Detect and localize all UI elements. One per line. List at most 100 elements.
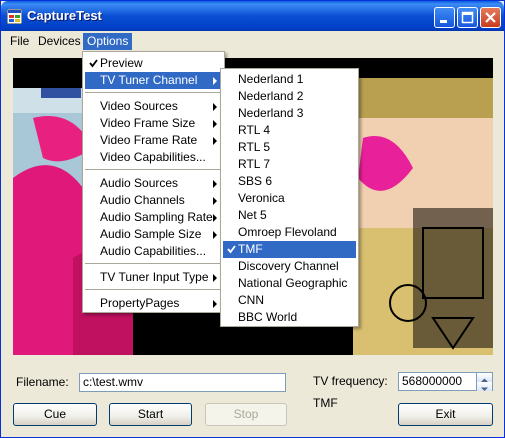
menu-item-label: Video Sources bbox=[100, 99, 178, 113]
channel-item-selected[interactable]: TMF bbox=[223, 241, 356, 258]
channel-label: National Geographic bbox=[238, 276, 348, 290]
menu-item-label: Audio Sampling Rate bbox=[100, 210, 213, 224]
submenu-arrow-icon bbox=[213, 103, 217, 111]
exit-button[interactable]: Exit bbox=[398, 403, 493, 426]
menu-item-label: Audio Sample Size bbox=[100, 227, 202, 241]
window-title: CaptureTest bbox=[27, 8, 102, 23]
menu-item-label: TV Tuner Channel bbox=[100, 73, 198, 87]
menu-item-label: Audio Capabilities... bbox=[100, 244, 207, 258]
tv-frequency-input[interactable]: 568000000 bbox=[398, 372, 493, 391]
menu-item-preview[interactable]: Preview bbox=[85, 55, 222, 72]
channel-label: Discovery Channel bbox=[238, 259, 339, 273]
channel-item[interactable]: Omroep Flevoland bbox=[223, 224, 356, 241]
submenu-arrow-icon bbox=[213, 120, 217, 128]
submenu-arrow-icon bbox=[213, 214, 217, 222]
channel-item[interactable]: Veronica bbox=[223, 190, 356, 207]
channel-item[interactable]: National Geographic bbox=[223, 275, 356, 292]
menu-item-label: Video Frame Size bbox=[100, 116, 196, 130]
submenu-arrow-icon bbox=[213, 137, 217, 145]
menu-item-audio-capabilities[interactable]: Audio Capabilities... bbox=[85, 243, 222, 260]
channel-item[interactable]: Nederland 2 bbox=[223, 88, 356, 105]
checkmark-icon bbox=[89, 59, 98, 68]
submenu-arrow-icon bbox=[213, 274, 217, 282]
submenu-arrow-icon bbox=[213, 300, 217, 308]
channel-label: SBS 6 bbox=[238, 174, 273, 188]
close-button[interactable] bbox=[480, 7, 501, 28]
channel-item[interactable]: RTL 4 bbox=[223, 122, 356, 139]
submenu-arrow-icon bbox=[213, 180, 217, 188]
menu-item-audio-sampling-rate[interactable]: Audio Sampling Rate bbox=[85, 209, 222, 226]
channel-item[interactable]: RTL 7 bbox=[223, 156, 356, 173]
menu-separator bbox=[85, 289, 222, 290]
channel-item[interactable]: Net 5 bbox=[223, 207, 356, 224]
filename-input[interactable]: c:\test.wmv bbox=[79, 373, 286, 392]
channel-label: Veronica bbox=[238, 191, 285, 205]
app-window-icon bbox=[7, 9, 22, 24]
menu-item-audio-channels[interactable]: Audio Channels bbox=[85, 192, 222, 209]
menu-bar: File Devices Options bbox=[1, 31, 504, 51]
menu-file[interactable]: File bbox=[6, 33, 33, 50]
menu-item-label: Video Capabilities... bbox=[100, 150, 206, 164]
channel-label: RTL 7 bbox=[238, 157, 271, 171]
minimize-button[interactable] bbox=[434, 7, 455, 28]
channel-label: CNN bbox=[238, 293, 264, 307]
channel-item[interactable]: RTL 5 bbox=[223, 139, 356, 156]
options-menu: Preview TV Tuner Channel Video Sources V… bbox=[82, 51, 225, 313]
menu-item-audio-sources[interactable]: Audio Sources bbox=[85, 175, 222, 192]
menu-item-video-frame-rate[interactable]: Video Frame Rate bbox=[85, 132, 222, 149]
menu-item-video-capabilities[interactable]: Video Capabilities... bbox=[85, 149, 222, 166]
menu-item-tv-tuner-input-type[interactable]: TV Tuner Input Type bbox=[85, 269, 222, 286]
channel-label: Omroep Flevoland bbox=[238, 225, 337, 239]
menu-item-label: Preview bbox=[100, 56, 143, 70]
submenu-arrow-icon bbox=[213, 77, 217, 85]
channel-label: Nederland 2 bbox=[238, 89, 304, 103]
menu-separator bbox=[85, 169, 222, 170]
channel-label: Nederland 3 bbox=[238, 106, 304, 120]
start-button[interactable]: Start bbox=[109, 403, 192, 426]
tv-frequency-label: TV frequency: bbox=[313, 374, 388, 388]
channel-label: Net 5 bbox=[238, 208, 267, 222]
close-icon bbox=[485, 12, 496, 23]
maximize-icon bbox=[461, 11, 474, 24]
stop-button[interactable]: Stop bbox=[205, 403, 287, 426]
menu-separator bbox=[85, 263, 222, 264]
arrow-down-icon bbox=[481, 387, 488, 391]
menu-item-label: Video Frame Rate bbox=[100, 133, 198, 147]
spinner-down-button[interactable] bbox=[477, 382, 492, 391]
menu-item-audio-sample-size[interactable]: Audio Sample Size bbox=[85, 226, 222, 243]
channel-item[interactable]: SBS 6 bbox=[223, 173, 356, 190]
menu-options[interactable]: Options bbox=[83, 33, 133, 50]
submenu-arrow-icon bbox=[213, 197, 217, 205]
checkmark-icon bbox=[227, 245, 236, 254]
channel-label: RTL 5 bbox=[238, 140, 271, 154]
minimize-icon bbox=[440, 20, 447, 23]
capture-window: CaptureTest File Devices Options Filenam… bbox=[0, 0, 505, 438]
menu-separator bbox=[85, 92, 222, 93]
tv-frequency-value: 568000000 bbox=[402, 374, 463, 388]
filename-label: Filename: bbox=[16, 375, 69, 389]
channel-label: TMF bbox=[238, 242, 263, 256]
frequency-spinner[interactable] bbox=[476, 373, 492, 391]
channel-label: RTL 4 bbox=[238, 123, 271, 137]
channel-item[interactable]: CNN bbox=[223, 292, 356, 309]
menu-item-label: Audio Sources bbox=[100, 176, 179, 190]
channel-status: TMF bbox=[313, 396, 338, 410]
submenu-arrow-icon bbox=[213, 231, 217, 239]
channel-label: Nederland 1 bbox=[238, 72, 304, 86]
channel-item[interactable]: Nederland 1 bbox=[223, 71, 356, 88]
menu-item-tv-tuner-channel[interactable]: TV Tuner Channel bbox=[85, 72, 222, 89]
channel-submenu: Nederland 1 Nederland 2 Nederland 3 RTL … bbox=[220, 68, 359, 327]
channel-item[interactable]: Nederland 3 bbox=[223, 105, 356, 122]
spinner-up-button[interactable] bbox=[477, 373, 492, 382]
cue-button[interactable]: Cue bbox=[13, 403, 97, 426]
channel-item[interactable]: BBC World bbox=[223, 309, 356, 326]
menu-item-label: TV Tuner Input Type bbox=[100, 270, 209, 284]
channel-label: BBC World bbox=[238, 310, 298, 324]
menu-devices[interactable]: Devices bbox=[34, 33, 85, 50]
channel-item[interactable]: Discovery Channel bbox=[223, 258, 356, 275]
menu-item-property-pages[interactable]: PropertyPages bbox=[85, 295, 222, 312]
menu-item-video-frame-size[interactable]: Video Frame Size bbox=[85, 115, 222, 132]
menu-item-video-sources[interactable]: Video Sources bbox=[85, 98, 222, 115]
maximize-button[interactable] bbox=[457, 7, 478, 28]
title-bar[interactable]: CaptureTest bbox=[1, 1, 504, 31]
